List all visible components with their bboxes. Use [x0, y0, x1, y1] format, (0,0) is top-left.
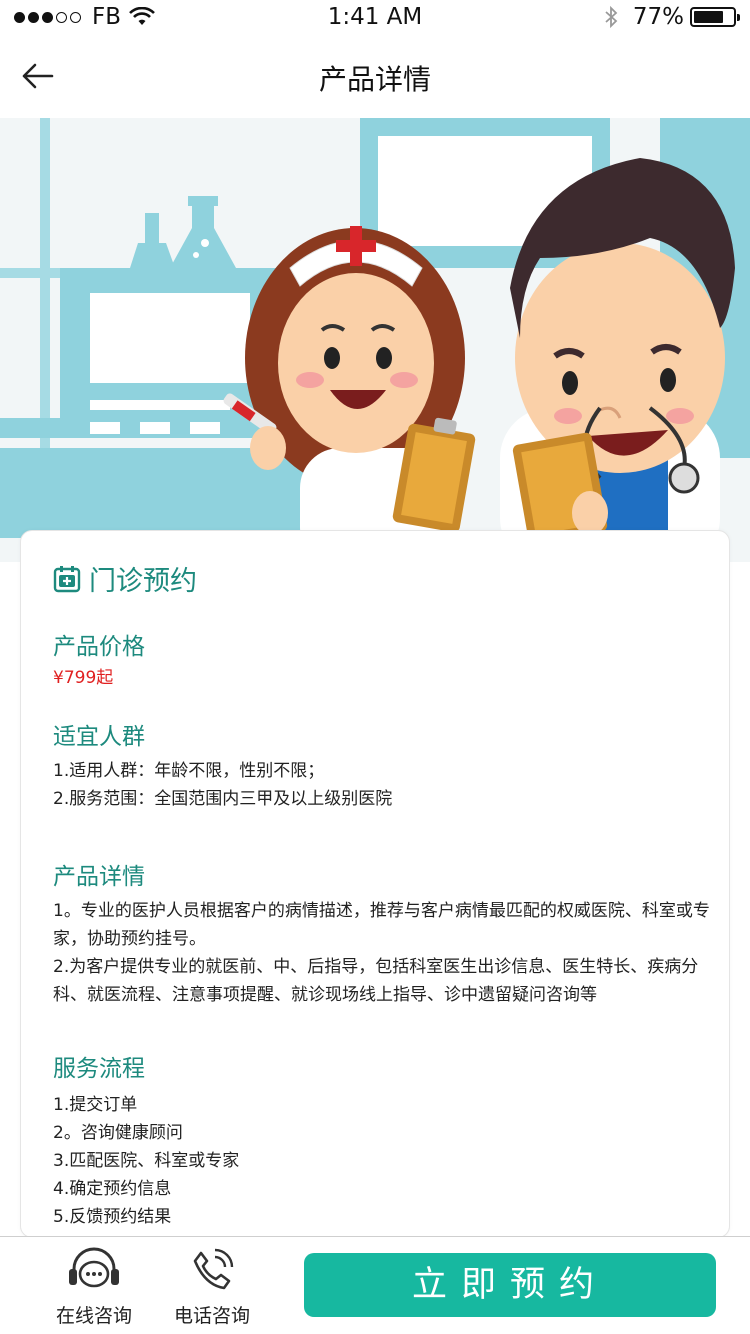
process-step: 1.提交订单: [53, 1095, 138, 1115]
card-header: 门诊预约: [53, 559, 197, 598]
battery-fill: [694, 11, 724, 23]
detail-section-title: 产品详情: [53, 864, 145, 890]
card-title: 门诊预约: [89, 566, 197, 597]
detail-list: 1。专业的医护人员根据客户的病情描述，推荐与客户病情最匹配的权威医院、科室或专家…: [53, 897, 713, 1009]
book-now-button[interactable]: 立即预约: [304, 1253, 716, 1317]
battery-percent: 77%: [632, 4, 684, 30]
status-bar: FB 1:41 AM 77%: [0, 0, 750, 36]
bottom-action-bar: 在线咨询 电话咨询 立即预约: [0, 1236, 750, 1334]
audience-line: 2.服务范围：全国范围内三甲及以上级别医院: [53, 789, 393, 809]
bluetooth-icon: [605, 5, 618, 29]
price-value: ¥799起: [53, 668, 114, 688]
headset-chat-icon: [69, 1247, 119, 1288]
nav-bar: 产品详情: [0, 36, 750, 118]
process-list: 1.提交订单 2。咨询健康顾问 3.匹配医院、科室或专家 4.确定预约信息 5.…: [53, 1091, 713, 1231]
online-consult-label: 在线咨询: [55, 1305, 132, 1327]
audience-section-title: 适宜人群: [53, 724, 145, 750]
battery-icon: [690, 7, 740, 27]
detail-line: 1。专业的医护人员根据客户的病情描述，推荐与客户病情最匹配的权威医院、科室或专家…: [53, 901, 710, 949]
detail-line: 2.为客户提供专业的就医前、中、后指导，包括科室医生出诊信息、医生特长、疾病分科…: [53, 957, 699, 1005]
audience-list: 1.适用人群：年龄不限，性别不限； 2.服务范围：全国范围内三甲及以上级别医院: [53, 757, 713, 813]
calendar-plus-icon: [53, 565, 81, 592]
process-step: 2。咨询健康顾问: [53, 1123, 183, 1143]
phone-consult-button[interactable]: 电话咨询: [162, 1247, 262, 1328]
process-step: 4.确定预约信息: [53, 1179, 172, 1199]
phone-consult-label: 电话咨询: [173, 1305, 250, 1327]
phone-icon: [193, 1248, 234, 1290]
page-title: 产品详情: [318, 63, 431, 96]
hero-illustration: [0, 118, 750, 562]
audience-line: 1.适用人群：年龄不限，性别不限；: [53, 761, 325, 781]
status-right: 77%: [603, 4, 740, 30]
price-section-title: 产品价格: [53, 634, 145, 660]
doctor-nurse-illustration: [0, 118, 750, 562]
process-step: 5.反馈预约结果: [53, 1207, 172, 1227]
process-step: 3.匹配医院、科室或专家: [53, 1151, 240, 1171]
product-card: 门诊预约 产品价格 ¥799起 适宜人群 1.适用人群：年龄不限，性别不限； 2…: [20, 530, 730, 1238]
online-consult-button[interactable]: 在线咨询: [44, 1247, 144, 1328]
process-section-title: 服务流程: [53, 1056, 145, 1082]
